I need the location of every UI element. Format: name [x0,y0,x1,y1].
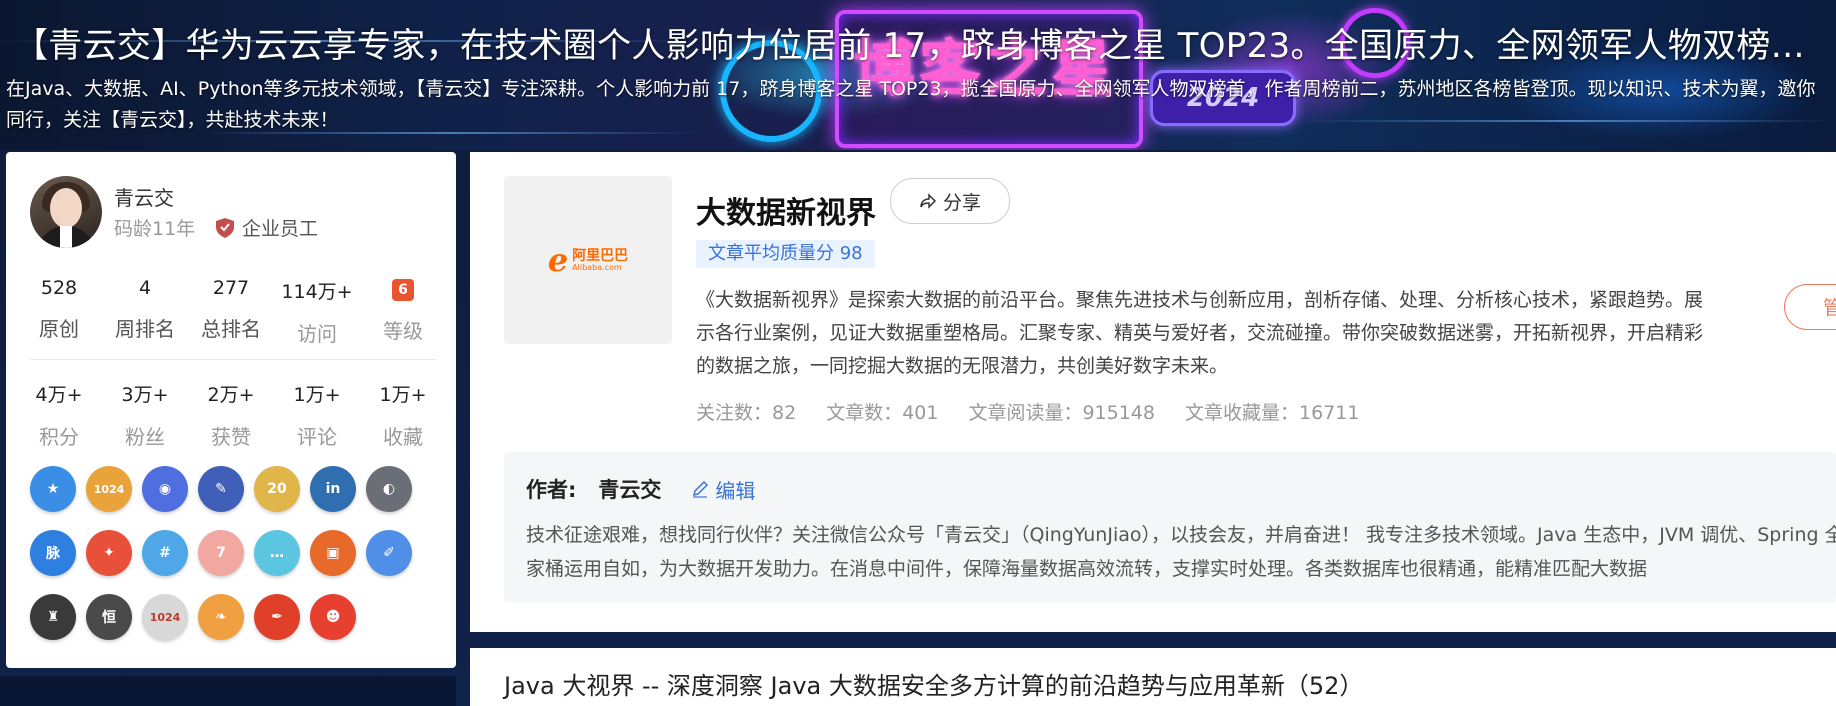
star-badge-icon[interactable]: ★ [30,466,76,512]
edit-label: 编辑 [715,478,756,503]
profile-banner: 博客之星 2024 【青云交】华为云云享专家，在技术圈个人影响力位居前 17，跻… [0,0,1836,150]
20-days-badge-icon[interactable]: 20 [254,466,300,512]
monkey-face-badge-icon[interactable]: ☻ [310,594,356,640]
maimai-badge-icon[interactable]: 脉 [30,530,76,576]
stat-label: 评论 [297,425,337,449]
stat-reads: 文章阅读量：915148 [968,402,1155,424]
share-icon [920,193,937,209]
stat-total-rank[interactable]: 277 总排名 [188,277,274,347]
stat-fans[interactable]: 3万+ 粉丝 [102,380,188,450]
author-name[interactable]: 青云交 [598,474,661,504]
pencil-icon [693,480,709,498]
calendar-badge-icon[interactable]: ▣ [310,530,356,576]
column-title: 大数据新视界 [696,196,876,231]
stats-row-primary: 528 原创 4 周排名 277 总排名 114万+ 访问 6 等级 [16,277,446,347]
heng-badge-icon[interactable]: 恒 [86,594,132,640]
github-badge-icon[interactable]: ◐ [366,466,412,512]
badge-grid: ★ 1024 ◉ ✎ 20 in ◐ 脉 ✦ #7… ▣ ✐ ♜ 恒 1024 ❧ ✒ ☻ [30,466,440,640]
linkedin-badge-icon[interactable]: in [310,466,356,512]
banner-title: 【青云交】华为云云享专家，在技术圈个人影响力位居前 17，跻身博客之星 TOP2… [14,26,1836,66]
article-list-item[interactable]: Java 大视界 -- 深度洞察 Java 大数据安全多方计算的前沿趋势与应用革… [470,648,1836,706]
author-header: 作者: 青云交 编辑 [526,474,755,504]
column-logo: e 阿里巴巴 Alibaba.com [504,176,672,344]
1024-badge-icon[interactable]: 1024 [86,466,132,512]
sidebar-bottom-bg [0,676,456,706]
writer-badge-icon[interactable]: ✎ [198,466,244,512]
stat-comments[interactable]: 1万+ 评论 [274,380,360,450]
gift-badge-icon[interactable]: ✦ [86,530,132,576]
share-label: 分享 [942,191,981,214]
share-button[interactable]: 分享 [890,178,1010,224]
hashtag-badge-icon[interactable]: # [142,530,188,576]
author-label: 作者: [526,478,577,502]
stats-row-secondary: 4万+ 积分 3万+ 粉丝 2万+ 获赞 1万+ 评论 1万+ 收藏 [16,380,446,450]
stat-value: 277 [212,277,250,299]
stat-label: 周排名 [115,317,175,341]
stat-favorites[interactable]: 1万+ 收藏 [360,380,446,450]
monkey-badge-icon[interactable]: 7 [198,530,244,576]
stat-weekly-rank[interactable]: 4 周排名 [102,277,188,347]
manage-button[interactable]: 管 [1784,284,1836,330]
stat-label: 收藏 [383,425,423,449]
stat-label: 原创 [39,317,79,341]
stat-articles: 文章数：401 [826,402,939,424]
code-age: 码龄11年 [114,218,196,240]
planet-badge-icon[interactable]: ◉ [142,466,188,512]
column-stats: 关注数：82 文章数：401 文章阅读量：915148 文章收藏量：16711 [696,398,1359,425]
chat-badge-icon[interactable]: … [254,530,300,576]
1024-2-badge-icon[interactable]: 1024 [142,594,188,640]
stat-label: 粉丝 [125,425,165,449]
avatar[interactable] [30,176,102,248]
book-badge-icon[interactable]: ❧ [198,594,244,640]
stat-follows: 关注数：82 [696,402,797,424]
edit-button[interactable]: 编辑 [691,475,755,504]
author-bio: 技术征途艰难，想找同行伙伴？关注微信公众号「青云交」（QingYunJiao），… [526,524,1836,580]
author-box: 作者: 青云交 编辑 技术征途艰难，想找同行伙伴？关注微信公众号「青云交」（Qi… [504,452,1836,602]
stat-points[interactable]: 4万+ 积分 [16,380,102,450]
graduate-badge-icon[interactable]: ♜ [30,594,76,640]
stat-value: 2万+ [207,384,255,406]
stat-label: 总排名 [201,317,261,341]
stat-visits[interactable]: 114万+ 访问 [274,277,360,347]
column-description: 《大数据新视界》是探索大数据的前沿平台。聚焦先进技术与创新应用，剖析存储、处理、… [696,289,1704,377]
org-text: 企业员工 [242,218,319,240]
stats-divider [30,359,436,360]
stat-label: 等级 [383,319,423,343]
banner-description: 在Java、大数据、AI、Python等多元技术领域，【青云交】专注深耕。个人影… [6,78,1816,131]
level-icon: 6 [392,279,414,301]
stat-label: 访问 [297,322,337,346]
alibaba-logo: e 阿里巴巴 Alibaba.com [547,241,629,279]
quality-score-badge: 文章平均质量分 98 [696,240,875,268]
stat-value: 1万+ [293,384,341,406]
profile-name[interactable]: 青云交 [114,182,174,211]
shield-icon [216,217,234,238]
stat-value: 114万+ [281,281,353,303]
stat-value: 1万+ [379,384,427,406]
stat-label: 获赞 [211,425,251,449]
edit-badge-icon[interactable]: ✐ [366,530,412,576]
stat-likes[interactable]: 2万+ 获赞 [188,380,274,450]
stat-level[interactable]: 6 等级 [360,277,446,347]
stat-value: 528 [40,277,78,299]
stat-original[interactable]: 528 原创 [16,277,102,347]
stat-value: 4万+ [35,384,83,406]
stat-label: 积分 [39,425,79,449]
article-title[interactable]: Java 大视界 -- 深度洞察 Java 大数据安全多方计算的前沿趋势与应用革… [504,666,1363,701]
profile-card: 青云交 码龄11年 企业员工 528 原创 4 周排名 277 总排名 114万… [6,152,456,668]
stat-value: 4 [138,277,152,299]
pen-badge-icon[interactable]: ✒ [254,594,300,640]
org-label: 企业员工 [216,214,318,241]
column-card: e 阿里巴巴 Alibaba.com 大数据新视界 分享 文章平均质量分 98 … [470,152,1836,632]
stat-collections: 文章收藏量：16711 [1184,402,1360,424]
stat-value: 3万+ [121,384,169,406]
